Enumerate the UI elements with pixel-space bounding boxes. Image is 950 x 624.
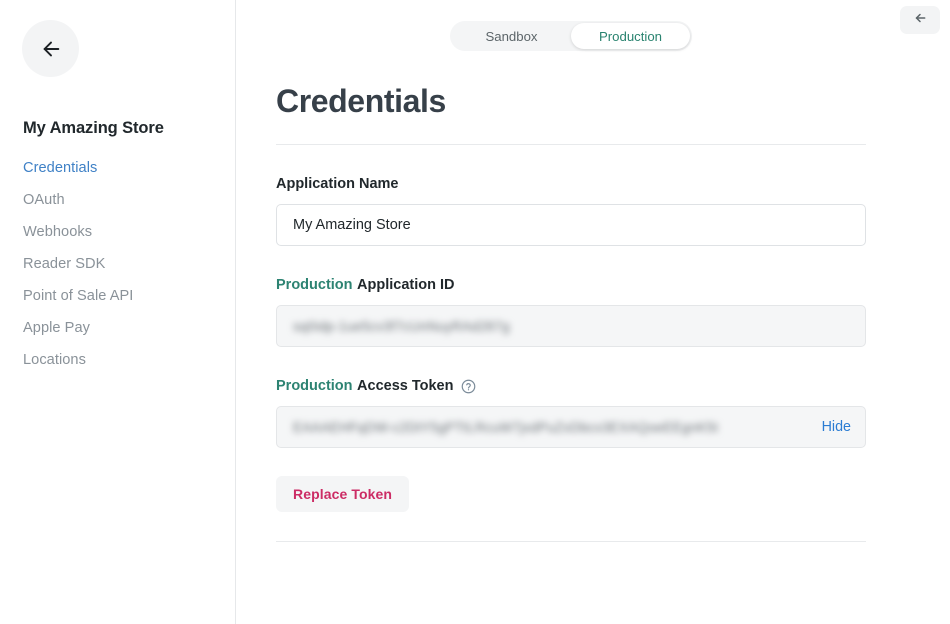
top-back-button[interactable] <box>900 6 940 34</box>
sidebar-item-oauth[interactable]: OAuth <box>23 192 223 208</box>
application-id-label: Production Application ID <box>276 277 866 293</box>
application-name-label: Application Name <box>276 176 866 192</box>
section-divider <box>276 541 866 542</box>
page-title: Credentials <box>276 83 446 119</box>
question-circle-icon[interactable] <box>461 379 476 394</box>
sidebar-back-button[interactable] <box>22 20 79 77</box>
sidebar-item-webhooks[interactable]: Webhooks <box>23 224 223 240</box>
sidebar-item-apple-pay[interactable]: Apple Pay <box>23 320 223 336</box>
replace-token-button[interactable]: Replace Token <box>276 476 410 512</box>
access-token-label-env: Production <box>276 378 353 394</box>
arrow-left-icon <box>40 38 62 60</box>
access-token-value: EAAAEHFqDW-c2DtY5gPTtLRcuW7jxdPuZxDbcx3E… <box>293 419 719 435</box>
sidebar-item-credentials[interactable]: Credentials <box>23 160 223 176</box>
application-name-field[interactable]: My Amazing Store <box>276 204 866 246</box>
application-id-field[interactable]: sq0idp-1ue5cv3f7cUnNuyRAd287g <box>276 305 866 347</box>
sidebar-item-locations[interactable]: Locations <box>23 352 223 368</box>
credentials-page: My Amazing Store Credentials OAuth Webho… <box>0 0 950 624</box>
store-title: My Amazing Store <box>23 119 164 137</box>
sidebar-item-point-of-sale-api[interactable]: Point of Sale API <box>23 288 223 304</box>
access-token-label: Production Access Token <box>276 378 866 394</box>
title-divider <box>276 144 866 145</box>
main-content: Credentials Application Name My Amazing … <box>276 0 866 542</box>
arrow-left-icon <box>913 11 927 30</box>
application-id-value: sq0idp-1ue5cv3f7cUnNuyRAd287g <box>293 318 510 334</box>
application-id-label-env: Production <box>276 277 353 293</box>
access-token-label-text: Access Token <box>357 378 454 394</box>
access-token-field[interactable]: EAAAEHFqDW-c2DtY5gPTtLRcuW7jxdPuZxDbcx3E… <box>276 406 866 448</box>
sidebar-item-reader-sdk[interactable]: Reader SDK <box>23 256 223 272</box>
sidebar: My Amazing Store Credentials OAuth Webho… <box>0 0 236 624</box>
application-id-label-text: Application ID <box>357 277 455 293</box>
application-name-label-text: Application Name <box>276 176 399 192</box>
sidebar-nav: Credentials OAuth Webhooks Reader SDK Po… <box>23 160 223 384</box>
toggle-token-visibility-link[interactable]: Hide <box>811 419 851 435</box>
application-name-value[interactable]: My Amazing Store <box>293 217 411 233</box>
